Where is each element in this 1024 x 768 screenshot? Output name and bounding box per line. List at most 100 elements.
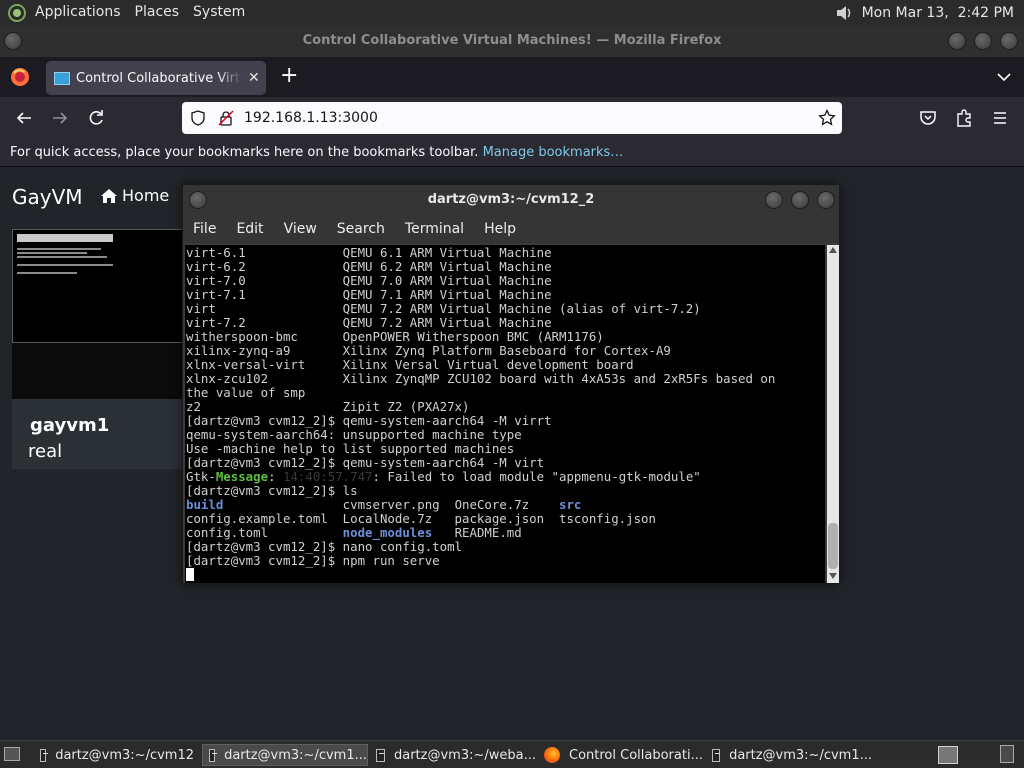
- terminal-line: Use -machine help to list supported mach…: [186, 441, 515, 456]
- terminal-line: the value of smp: [186, 385, 306, 400]
- terminal-cursor: [186, 568, 194, 581]
- tab-title: Control Collaborative Virtual Machines!: [76, 70, 242, 86]
- back-arrow-icon[interactable]: [14, 108, 34, 128]
- terminal-title: dartz@vm3:~/cvm12_2: [427, 192, 595, 207]
- trash-icon[interactable]: [1000, 745, 1014, 763]
- terminal-menu-terminal[interactable]: Terminal: [405, 221, 464, 237]
- firefox-menu-icon[interactable]: [10, 67, 30, 87]
- terminal-close-button[interactable]: [817, 191, 835, 209]
- maximize-button[interactable]: [974, 32, 992, 50]
- taskbar-item-label: dartz@vm3:~/weba...: [393, 747, 536, 763]
- chevron-down-icon[interactable]: [994, 67, 1014, 87]
- new-tab-button[interactable]: +: [280, 65, 298, 87]
- terminal-line: [dartz@vm3 cvm12_2]$ qemu-system-aarch64…: [186, 413, 552, 428]
- terminal-menu-edit[interactable]: Edit: [236, 221, 263, 237]
- extensions-icon[interactable]: [954, 108, 974, 128]
- minimize-button[interactable]: [948, 32, 966, 50]
- distro-logo-icon[interactable]: [8, 3, 26, 22]
- lock-insecure-icon[interactable]: [218, 110, 234, 126]
- dir-node-modules: node_modules: [342, 525, 433, 540]
- window-menu-button[interactable]: [4, 32, 22, 50]
- terminal-cursor-line: [186, 568, 825, 582]
- menu-applications[interactable]: Applications: [28, 0, 128, 25]
- terminal-scrollbar[interactable]: [827, 245, 839, 583]
- taskbar-item-label: Control Collaborati...: [569, 747, 703, 763]
- tab-bar: Control Collaborative Virtual Machines! …: [0, 57, 1024, 97]
- url-bar[interactable]: 192.168.1.13:3000: [182, 102, 842, 134]
- terminal-line: virt-6.1 QEMU 6.1 ARM Virtual Machine: [186, 245, 552, 260]
- clock[interactable]: Mon Mar 13, 2:42 PM: [862, 5, 1014, 21]
- bookmark-star-icon[interactable]: [818, 109, 836, 127]
- terminal-line: z2 Zipit Z2 (PXA27x): [186, 399, 470, 414]
- terminal-line-ls: build cvmserver.png OneCore.7z src: [186, 498, 825, 512]
- terminal-menubar: File Edit View Search Terminal Help: [183, 215, 839, 243]
- terminal-output[interactable]: virt-6.1 QEMU 6.1 ARM Virtual Machine vi…: [185, 245, 825, 583]
- terminal-minimize-button[interactable]: [765, 191, 783, 209]
- taskbar-item[interactable]: dartz@vm3:~/cvm12: [34, 744, 194, 766]
- manage-bookmarks-link[interactable]: Manage bookmarks…: [483, 145, 624, 160]
- ls-file-config: config.toml: [186, 525, 343, 540]
- volume-icon[interactable]: [834, 3, 854, 23]
- dir-build: build: [186, 497, 224, 512]
- terminal-line: virt-7.1 QEMU 7.1 ARM Virtual Machine: [186, 287, 552, 302]
- terminal-line: qemu-system-aarch64: unsupported machine…: [186, 427, 522, 442]
- site-brand[interactable]: GayVM: [12, 185, 83, 209]
- vm-thumbnail[interactable]: [12, 229, 184, 343]
- home-icon: [101, 188, 117, 203]
- vm-thumbnail-footer: [12, 343, 184, 399]
- scroll-up-icon[interactable]: [829, 247, 837, 253]
- terminal-icon: [376, 748, 385, 762]
- ls-file-readme: README.md: [432, 525, 522, 540]
- terminal-line: virt QEMU 7.2 ARM Virtual Machine (alias…: [186, 301, 701, 316]
- terminal-line: xilinx-zynq-a9 Xilinx Zynq Platform Base…: [186, 343, 671, 358]
- terminal-window-menu-button[interactable]: [189, 191, 207, 209]
- reload-icon[interactable]: [86, 108, 106, 128]
- url-text[interactable]: 192.168.1.13:3000: [244, 110, 378, 126]
- terminal-line: virt-6.2 QEMU 6.2 ARM Virtual Machine: [186, 259, 552, 274]
- terminal-scroll-thumb[interactable]: [828, 523, 838, 569]
- terminal-window[interactable]: dartz@vm3:~/cvm12_2 File Edit View Searc…: [182, 184, 840, 584]
- terminal-line: [dartz@vm3 cvm12_2]$ npm run serve: [186, 553, 440, 568]
- gtk-sep: :: [268, 469, 283, 484]
- show-desktop-icon[interactable]: [4, 747, 20, 761]
- tab-active[interactable]: Control Collaborative Virtual Machines! …: [46, 61, 266, 95]
- forward-arrow-icon[interactable]: [50, 108, 70, 128]
- vm-description: real: [28, 441, 63, 462]
- terminal-menu-view[interactable]: View: [284, 221, 317, 237]
- terminal-titlebar[interactable]: dartz@vm3:~/cvm12_2: [183, 185, 839, 215]
- vm-name: gayvm1: [30, 415, 110, 436]
- terminal-menu-file[interactable]: File: [193, 221, 216, 237]
- menu-system[interactable]: System: [186, 0, 252, 25]
- window-title: Control Collaborative Virtual Machines! …: [302, 33, 722, 48]
- top-panel: Applications Places System Mon Mar 13, 2…: [0, 0, 1024, 25]
- taskbar-item-label: dartz@vm3:~/cvm1...: [729, 747, 872, 763]
- bookmarks-hint: For quick access, place your bookmarks h…: [10, 145, 479, 160]
- terminal-line: [dartz@vm3 cvm12_2]$ ls: [186, 483, 358, 498]
- taskbar-item[interactable]: dartz@vm3:~/cvm1...: [706, 744, 872, 766]
- close-window-button[interactable]: [1000, 32, 1018, 50]
- terminal-line: witherspoon-bmc OpenPOWER Witherspoon BM…: [186, 329, 604, 344]
- gtk-text: : Failed to load module "appmenu-gtk-mod…: [372, 469, 701, 484]
- terminal-menu-help[interactable]: Help: [484, 221, 516, 237]
- shield-icon[interactable]: [190, 110, 206, 126]
- terminal-maximize-button[interactable]: [791, 191, 809, 209]
- scroll-down-icon[interactable]: [829, 573, 837, 579]
- taskbar-item[interactable]: dartz@vm3:~/weba...: [370, 744, 536, 766]
- pocket-icon[interactable]: [918, 108, 938, 128]
- dir-src: src: [559, 497, 582, 512]
- menu-places[interactable]: Places: [128, 0, 187, 25]
- terminal-line: [dartz@vm3 cvm12_2]$ nano config.toml: [186, 539, 463, 554]
- taskbar: dartz@vm3:~/cvm12 dartz@vm3:~/cvm1... da…: [0, 740, 1024, 768]
- firefox-titlebar[interactable]: Control Collaborative Virtual Machines! …: [0, 25, 1024, 57]
- gtk-timestamp: 14:40:57.747: [282, 469, 373, 484]
- nav-home-link[interactable]: Home: [100, 186, 169, 205]
- nav-bar: 192.168.1.13:3000: [0, 97, 1024, 139]
- hamburger-menu-icon[interactable]: [990, 108, 1010, 128]
- tab-close-icon[interactable]: ✕: [248, 70, 260, 86]
- taskbar-item-active[interactable]: dartz@vm3:~/cvm1...: [202, 744, 368, 766]
- taskbar-item[interactable]: Control Collaborati...: [538, 744, 704, 766]
- workspace-switcher[interactable]: [938, 746, 958, 764]
- terminal-menu-search[interactable]: Search: [337, 221, 385, 237]
- gtk-message-label: Message: [215, 469, 269, 484]
- terminal-line: xlnx-zcu102 Xilinx ZynqMP ZCU102 board w…: [186, 371, 776, 386]
